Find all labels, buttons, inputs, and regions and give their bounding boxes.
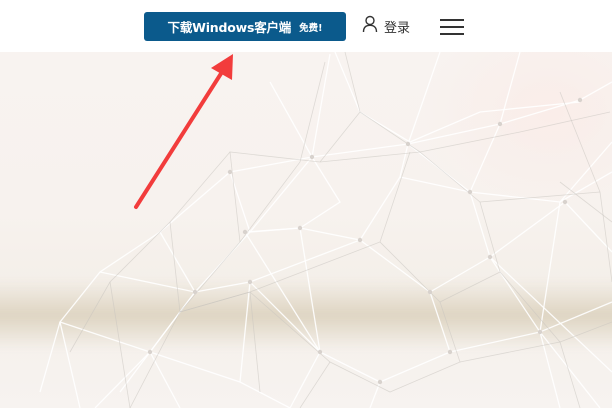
hamburger-menu-icon[interactable] bbox=[440, 17, 464, 37]
top-bar: 下载Windows客户端 免费! 登录 bbox=[0, 0, 612, 52]
network-lines-pattern bbox=[39, 52, 612, 408]
login-link[interactable]: 登录 bbox=[362, 15, 410, 37]
download-windows-client-button[interactable]: 下载Windows客户端 免费! bbox=[144, 12, 346, 41]
free-badge: 免费! bbox=[299, 22, 323, 34]
user-icon bbox=[362, 15, 378, 37]
login-label: 登录 bbox=[384, 20, 411, 36]
download-button-label: 下载Windows客户端 bbox=[167, 20, 292, 35]
hero-banner bbox=[0, 52, 612, 408]
